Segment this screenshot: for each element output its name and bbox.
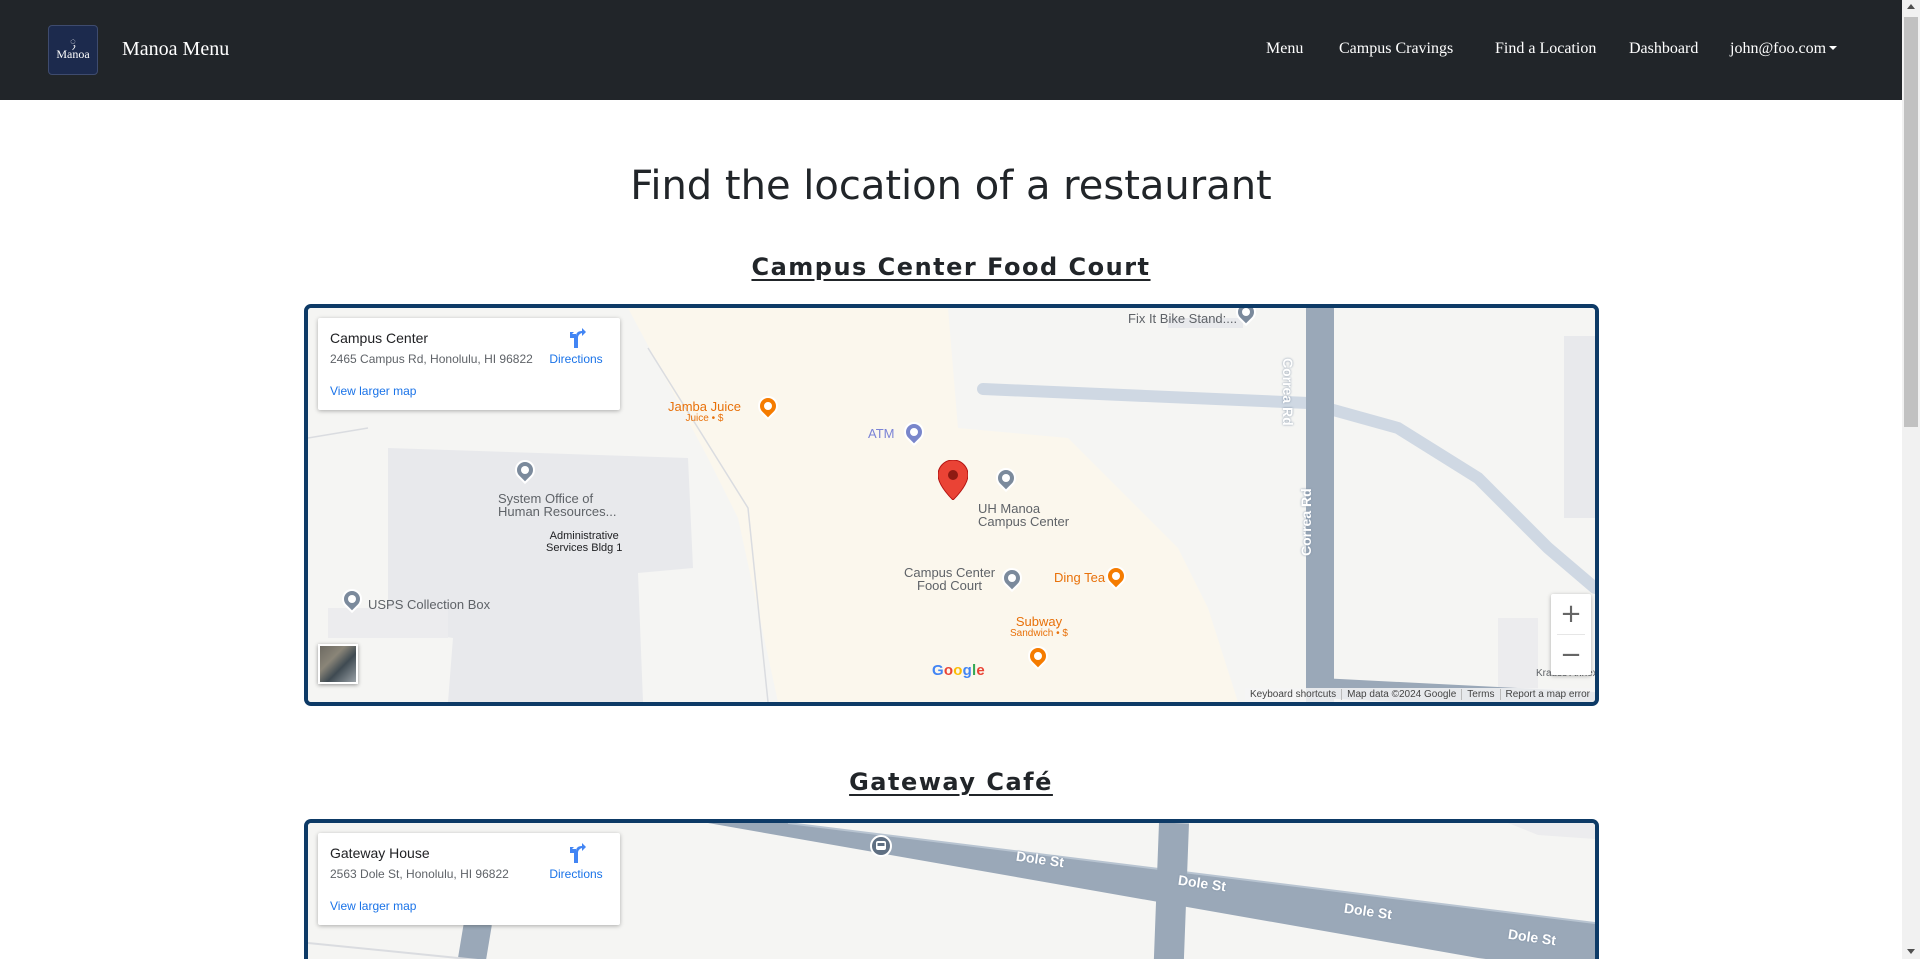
- map-label-ding-tea[interactable]: Ding Tea: [1054, 570, 1105, 585]
- map-info-card: Campus Center 2465 Campus Rd, Honolulu, …: [318, 318, 620, 410]
- directions-label-2: Directions: [549, 867, 603, 881]
- view-larger-map-link[interactable]: View larger map: [330, 384, 416, 398]
- place-address: 2465 Campus Rd, Honolulu, HI 96822: [330, 352, 533, 366]
- bus-stop-icon[interactable]: [870, 835, 892, 857]
- brand-name[interactable]: Manoa Menu: [122, 38, 229, 61]
- place-name: Campus Center: [330, 330, 429, 346]
- map-data-text: Map data ©2024 Google: [1341, 689, 1462, 700]
- map-gateway-cafe[interactable]: Dole St Dole St Dole St Dole St Gateway …: [304, 819, 1599, 959]
- directions-label: Directions: [549, 352, 603, 366]
- user-dropdown[interactable]: john@foo.com: [1730, 40, 1838, 58]
- nav-link-campus-cravings[interactable]: Campus Cravings: [1339, 40, 1453, 58]
- caret-down-icon: [1829, 46, 1838, 50]
- admin-line2: Services Bldg 1: [546, 542, 623, 554]
- terms-link[interactable]: Terms: [1461, 689, 1500, 700]
- zoom-in-button[interactable]: +: [1551, 594, 1591, 634]
- road-label-correa-1: Correa Rd: [1280, 358, 1296, 426]
- logo-text: Manoa: [56, 47, 90, 61]
- map-label-food-court: Campus Center Food Court: [904, 566, 995, 592]
- satellite-toggle[interactable]: [318, 644, 358, 684]
- admin-line1: Administrative: [549, 530, 619, 542]
- directions-icon: [570, 843, 586, 863]
- section-title-campus-center: Campus Center Food Court: [751, 253, 1151, 281]
- place-name-2: Gateway House: [330, 845, 430, 861]
- road-label-correa-2: Correa Rd: [1298, 488, 1314, 556]
- nav-link-menu[interactable]: Menu: [1266, 40, 1303, 58]
- zoom-controls: + −: [1551, 594, 1591, 675]
- map-label-system-office: System Office of Human Resources...: [498, 492, 617, 518]
- uh-manoa-line2: Campus Center: [978, 514, 1070, 529]
- directions-button-2[interactable]: Directions: [548, 843, 604, 881]
- manoa-logo[interactable]: ꪴ Manoa: [48, 25, 98, 75]
- subway-name: Subway: [1015, 614, 1063, 629]
- zoom-out-button[interactable]: −: [1551, 635, 1591, 675]
- subway-sub: Sandwich • $: [1010, 628, 1068, 639]
- map-label-admin-bldg: Administrative Services Bldg 1: [546, 530, 622, 554]
- map-info-card-2: Gateway House 2563 Dole St, Honolulu, HI…: [318, 833, 620, 925]
- map-label-usps: USPS Collection Box: [368, 597, 491, 612]
- scroll-thumb[interactable]: [1904, 17, 1918, 427]
- location-marker-icon[interactable]: [938, 460, 968, 500]
- directions-button[interactable]: Directions: [548, 328, 604, 366]
- google-logo: Google: [932, 662, 985, 679]
- map-label-jamba-juice[interactable]: Jamba Juice Juice • $: [668, 399, 741, 424]
- map-attribution: Keyboard shortcuts Map data ©2024 Google T…: [1244, 688, 1595, 702]
- nav-link-find-location[interactable]: Find a Location: [1495, 40, 1596, 58]
- keyboard-shortcuts-link[interactable]: Keyboard shortcuts: [1245, 689, 1341, 700]
- directions-icon: [570, 328, 586, 348]
- navbar: ꪴ Manoa Manoa Menu Menu Campus Cravings …: [0, 0, 1902, 100]
- scroll-up-arrow-icon[interactable]: [1907, 4, 1915, 9]
- map-campus-center[interactable]: Fix It Bike Stand:... Jamba Juice Juice •…: [304, 304, 1599, 706]
- jamba-name: Jamba Juice: [668, 399, 741, 414]
- page-scrollbar[interactable]: [1902, 0, 1920, 959]
- logo-crest-icon: ꪴ: [70, 35, 76, 47]
- report-error-link[interactable]: Report a map error: [1499, 689, 1595, 700]
- map-label-fix-it: Fix It Bike Stand:...: [1128, 311, 1238, 326]
- jamba-sub: Juice • $: [685, 413, 724, 424]
- map-label-uh-manoa: UH Manoa Campus Center: [978, 502, 1069, 528]
- map-label-subway[interactable]: Subway Sandwich • $: [1010, 614, 1068, 639]
- food-court-line2: Food Court: [917, 578, 983, 593]
- scroll-down-arrow-icon[interactable]: [1907, 949, 1915, 954]
- map-label-atm: ATM: [868, 426, 895, 441]
- user-email: john@foo.com: [1730, 40, 1827, 57]
- page-title: Find the location of a restaurant: [630, 163, 1272, 209]
- nav-link-dashboard[interactable]: Dashboard: [1629, 40, 1698, 58]
- place-address-2: 2563 Dole St, Honolulu, HI 96822: [330, 867, 509, 881]
- section-title-gateway-cafe: Gateway Café: [849, 768, 1053, 796]
- system-office-line2: Human Resources...: [498, 504, 617, 519]
- view-larger-map-link-2[interactable]: View larger map: [330, 899, 416, 913]
